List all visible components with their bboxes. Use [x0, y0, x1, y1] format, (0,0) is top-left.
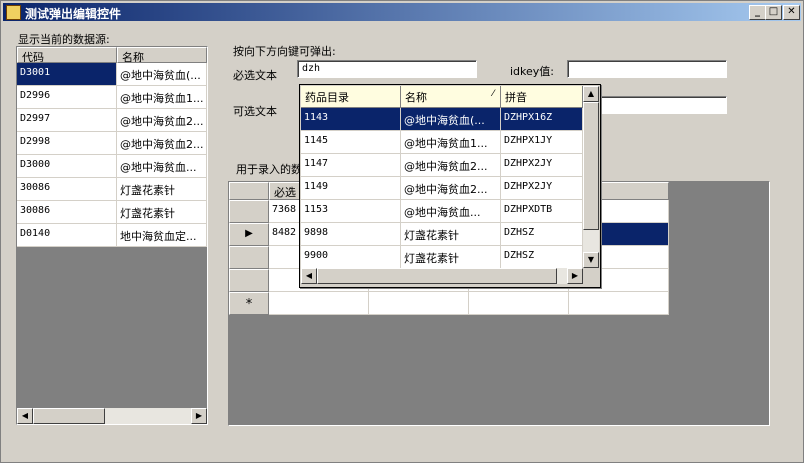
popup-grid[interactable]: 药品目录 名称 ⁄ 拼音 1143 @地中海贫血(... DZHPX16Z 1145 @地…	[299, 84, 601, 288]
column-header-name[interactable]: 名称	[117, 47, 207, 63]
datasource-name-cell[interactable]: @地中海贫血(...	[117, 63, 207, 86]
popup-row-selected-cell[interactable]: 1143	[301, 108, 401, 131]
close-icon: ✕	[787, 6, 796, 17]
title-bar[interactable]: 测试弹出编辑控件 _ □ ✕	[3, 3, 801, 21]
popup-row-cell[interactable]: DZHSZ	[501, 246, 583, 269]
datasource-code-cell[interactable]: D2996	[17, 86, 117, 109]
corner-header	[229, 182, 269, 200]
scroll-thumb[interactable]	[33, 408, 105, 424]
new-row-header[interactable]: *	[229, 292, 269, 315]
required-text-label: 必选文本	[233, 69, 277, 82]
popup-row-cell[interactable]: 1149	[301, 177, 401, 200]
popup-row-cell[interactable]: @地中海贫血...	[401, 200, 501, 223]
current-row-header[interactable]: ▶	[229, 223, 269, 246]
scrollbar-corner	[583, 268, 599, 284]
datasource-code-cell[interactable]: D2998	[17, 132, 117, 155]
popup-row-cell[interactable]: DZHPX2JY	[501, 177, 583, 200]
new-row-cell[interactable]	[369, 292, 469, 315]
new-row-asterisk-icon: *	[245, 297, 253, 312]
scroll-down-icon[interactable]: ▼	[583, 252, 599, 268]
popup-row-cell[interactable]: 灯盏花素针	[401, 246, 501, 269]
current-row-arrow-icon: ▶	[245, 228, 253, 239]
close-button[interactable]: ✕	[783, 5, 800, 20]
horizontal-scrollbar[interactable]: ◀ ▶	[17, 408, 207, 424]
row-header[interactable]	[229, 269, 269, 292]
datasource-name-cell[interactable]: @地中海贫血1...	[117, 86, 207, 109]
popup-row-cell[interactable]: @地中海贫血1...	[401, 131, 501, 154]
popup-header-name-label: 名称	[405, 91, 427, 104]
popup-row-cell[interactable]: 9900	[301, 246, 401, 269]
datasource-code-cell[interactable]: D0140	[17, 224, 117, 247]
popup-row-selected-cell[interactable]: @地中海贫血(...	[401, 108, 501, 131]
hint-label: 按向下方向键可弹出:	[233, 45, 336, 58]
popup-row-cell[interactable]: 灯盏花素针	[401, 223, 501, 246]
entry-label: 用于录入的数	[236, 163, 302, 176]
maximize-button[interactable]: □	[765, 5, 782, 20]
datasource-code-cell[interactable]: 30086	[17, 201, 117, 224]
row-header[interactable]	[229, 246, 269, 269]
popup-vscroll-thumb[interactable]	[583, 102, 599, 230]
scroll-up-icon[interactable]: ▲	[583, 86, 599, 102]
idkey-label: idkey值:	[510, 65, 554, 78]
popup-hscroll-thumb[interactable]	[317, 268, 557, 284]
datasource-grid[interactable]: 代码 名称 D3001 @地中海贫血(... D2996 @地中海贫血1... D299…	[16, 46, 208, 425]
idkey-input[interactable]	[567, 60, 727, 78]
popup-row-cell[interactable]: 1145	[301, 131, 401, 154]
popup-header-pinyin[interactable]: 拼音	[501, 86, 583, 108]
datasource-label: 显示当前的数据源:	[18, 33, 110, 46]
column-header-code[interactable]: 代码	[17, 47, 117, 63]
popup-row-cell[interactable]: @地中海贫血2...	[401, 154, 501, 177]
datasource-code-cell[interactable]: D2997	[17, 109, 117, 132]
popup-row-cell[interactable]: DZHPX2JY	[501, 154, 583, 177]
minimize-icon: _	[755, 6, 760, 17]
popup-header-catalog[interactable]: 药品目录	[301, 86, 401, 108]
new-row-cell[interactable]	[569, 292, 669, 315]
required-text-input[interactable]: dzh	[297, 60, 477, 78]
app-icon	[6, 5, 21, 20]
datasource-name-cell[interactable]: @地中海贫血2...	[117, 109, 207, 132]
scroll-right-icon[interactable]: ▶	[191, 408, 207, 424]
popup-row-cell[interactable]: 1147	[301, 154, 401, 177]
window-title: 测试弹出编辑控件	[25, 7, 122, 21]
optional-text-label: 可选文本	[233, 105, 277, 118]
datasource-name-cell[interactable]: @地中海贫血...	[117, 155, 207, 178]
scroll-right-icon[interactable]: ▶	[567, 268, 583, 284]
sort-indicator-icon: ⁄	[492, 89, 494, 99]
scroll-left-icon[interactable]: ◀	[17, 408, 33, 424]
popup-vertical-scrollbar[interactable]: ▲ ▼	[583, 86, 599, 268]
popup-row-cell[interactable]: DZHSZ	[501, 223, 583, 246]
datasource-name-cell[interactable]: 灯盏花素针	[117, 178, 207, 201]
popup-horizontal-scrollbar[interactable]: ◀ ▶	[301, 268, 583, 284]
datasource-code-cell[interactable]: D3000	[17, 155, 117, 178]
popup-header-name[interactable]: 名称 ⁄	[401, 86, 501, 108]
popup-row-cell[interactable]: 9898	[301, 223, 401, 246]
datasource-code-cell[interactable]: D3001	[17, 63, 117, 86]
row-header[interactable]	[229, 200, 269, 223]
datasource-name-cell[interactable]: 灯盏花素针	[117, 201, 207, 224]
datasource-name-cell[interactable]: 地中海贫血定...	[117, 224, 207, 247]
minimize-button[interactable]: _	[749, 5, 766, 20]
maximize-icon: □	[768, 6, 779, 17]
datasource-code-cell[interactable]: 30086	[17, 178, 117, 201]
popup-row-cell[interactable]: DZHPXDTB	[501, 200, 583, 223]
new-row-cell[interactable]	[269, 292, 369, 315]
popup-row-cell[interactable]: 1153	[301, 200, 401, 223]
popup-row-selected-cell[interactable]: DZHPX16Z	[501, 108, 583, 131]
popup-row-cell[interactable]: DZHPX1JY	[501, 131, 583, 154]
popup-row-cell[interactable]: @地中海贫血2...	[401, 177, 501, 200]
datasource-name-cell[interactable]: @地中海贫血2...	[117, 132, 207, 155]
new-row-cell[interactable]	[469, 292, 569, 315]
scroll-left-icon[interactable]: ◀	[301, 268, 317, 284]
